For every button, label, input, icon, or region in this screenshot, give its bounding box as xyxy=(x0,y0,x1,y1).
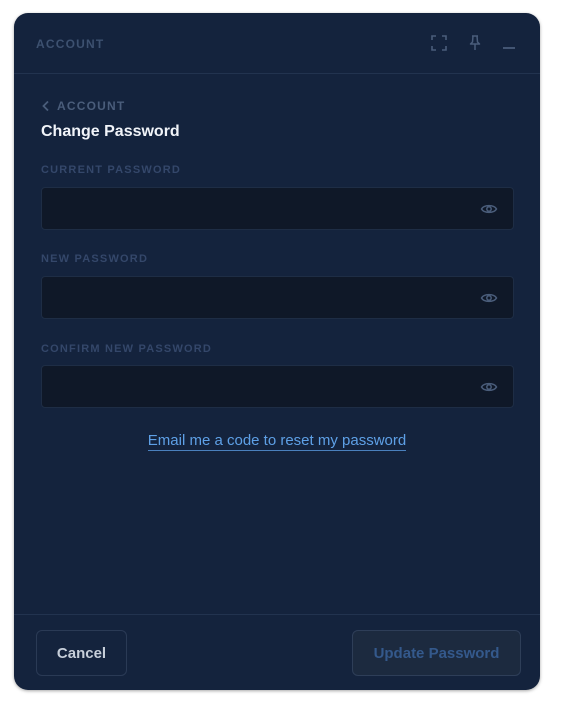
current-password-label: CURRENT PASSWORD xyxy=(41,164,181,176)
minimize-icon[interactable] xyxy=(499,33,519,53)
reset-link-row: Email me a code to reset my password xyxy=(14,432,540,451)
confirm-password-label: CONFIRM NEW PASSWORD xyxy=(41,343,213,355)
page-title: Change Password xyxy=(41,123,180,140)
new-password-input[interactable] xyxy=(42,277,472,318)
eye-icon[interactable] xyxy=(480,379,498,395)
breadcrumb-label: ACCOUNT xyxy=(57,99,126,113)
pin-icon[interactable] xyxy=(465,33,485,53)
chevron-left-icon xyxy=(42,100,49,112)
new-password-field xyxy=(41,276,514,319)
panel-title: ACCOUNT xyxy=(36,37,105,51)
eye-icon[interactable] xyxy=(480,290,498,306)
breadcrumb-back-link[interactable]: ACCOUNT xyxy=(41,99,125,113)
panel-footer: Cancel Update Password xyxy=(14,614,540,690)
update-password-button[interactable]: Update Password xyxy=(352,630,521,676)
confirm-password-input[interactable] xyxy=(42,366,472,407)
current-password-input[interactable] xyxy=(42,188,472,229)
change-password-panel: ACCOUNT ACCOUNT Change Password CURRENT … xyxy=(14,13,540,690)
new-password-label: NEW PASSWORD xyxy=(41,253,149,265)
cancel-button[interactable]: Cancel xyxy=(36,630,127,676)
confirm-password-field xyxy=(41,365,514,408)
current-password-field xyxy=(41,187,514,230)
reset-password-link[interactable]: Email me a code to reset my password xyxy=(147,432,407,451)
panel-titlebar: ACCOUNT xyxy=(14,13,540,74)
eye-icon[interactable] xyxy=(480,201,498,217)
expand-icon[interactable] xyxy=(429,33,449,53)
